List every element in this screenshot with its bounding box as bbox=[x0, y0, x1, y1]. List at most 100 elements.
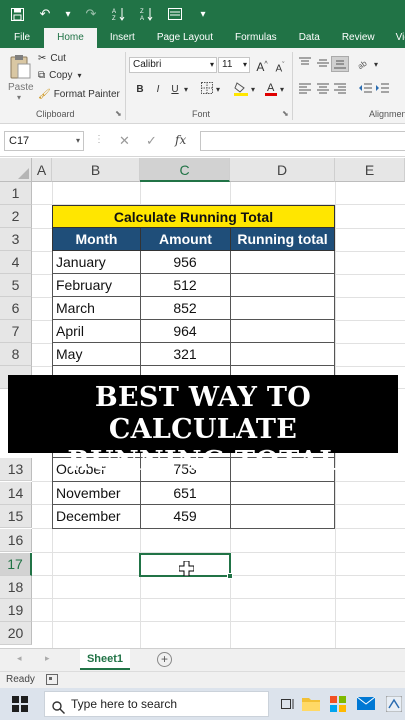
paste-button[interactable]: Paste bbox=[8, 82, 34, 93]
align-top-icon[interactable] bbox=[296, 57, 314, 73]
bold-button[interactable]: B bbox=[131, 82, 149, 98]
table-row-amount-cell[interactable]: 852 bbox=[140, 297, 231, 320]
table-row-amount-cell[interactable]: 964 bbox=[140, 320, 231, 343]
table-title-cell[interactable]: Calculate Running Total bbox=[52, 205, 335, 228]
copy-button[interactable]: ⧉ Copy ▾ bbox=[38, 70, 82, 81]
macro-record-icon[interactable] bbox=[46, 674, 58, 688]
sort-ascending-icon[interactable]: AZ bbox=[108, 3, 130, 25]
row-header[interactable]: 14 bbox=[0, 482, 32, 505]
row-header[interactable]: 20 bbox=[0, 622, 32, 645]
header-running-total-cell[interactable]: Running total bbox=[230, 228, 335, 251]
row-header[interactable]: 18 bbox=[0, 576, 32, 599]
taskbar-search-input[interactable]: Type here to search bbox=[44, 691, 269, 717]
header-amount-cell[interactable]: Amount bbox=[140, 228, 231, 251]
column-header-a[interactable]: A bbox=[32, 158, 52, 182]
font-launcher-icon[interactable]: ⬊ bbox=[282, 109, 289, 118]
tab-review[interactable]: Review bbox=[329, 28, 388, 48]
orientation-dropdown-icon[interactable]: ▾ bbox=[371, 57, 381, 73]
align-middle-icon[interactable] bbox=[314, 57, 332, 73]
font-color-dropdown-icon[interactable]: ▾ bbox=[277, 82, 287, 98]
fill-color-dropdown-icon[interactable]: ▾ bbox=[248, 82, 258, 98]
insert-function-icon[interactable]: fx bbox=[175, 133, 186, 147]
underline-dropdown-icon[interactable]: ▾ bbox=[181, 82, 191, 98]
row-header[interactable]: 1 bbox=[0, 182, 32, 205]
table-row-month-cell[interactable]: April bbox=[52, 320, 141, 343]
enter-icon[interactable]: ✓ bbox=[146, 133, 157, 149]
row-header[interactable]: 19 bbox=[0, 599, 32, 622]
scroll-left-icon[interactable]: ◂ bbox=[17, 653, 22, 664]
table-row-running-total-cell[interactable] bbox=[230, 320, 335, 343]
row-header[interactable]: 6 bbox=[0, 297, 32, 320]
store-icon[interactable] bbox=[330, 696, 346, 715]
increase-indent-icon[interactable] bbox=[373, 82, 391, 98]
header-month-cell[interactable]: Month bbox=[52, 228, 141, 251]
task-view-icon[interactable] bbox=[281, 697, 295, 714]
column-header-c[interactable]: C bbox=[140, 158, 230, 182]
new-sheet-button[interactable]: + bbox=[157, 652, 172, 667]
align-center-icon[interactable] bbox=[314, 82, 332, 98]
table-row-running-total-cell[interactable] bbox=[230, 251, 335, 274]
row-header[interactable]: 17 bbox=[0, 553, 32, 576]
tab-formulas[interactable]: Formulas bbox=[222, 28, 290, 48]
table-row-amount-cell[interactable]: 956 bbox=[140, 251, 231, 274]
column-header-e[interactable]: E bbox=[335, 158, 405, 182]
tab-home[interactable]: Home bbox=[44, 28, 97, 48]
tab-file[interactable]: File bbox=[0, 28, 44, 48]
sheet-tab-sheet1[interactable]: Sheet1 bbox=[80, 649, 130, 670]
decrease-indent-icon[interactable] bbox=[356, 82, 374, 98]
mail-icon[interactable] bbox=[356, 696, 376, 713]
row-header[interactable]: 4 bbox=[0, 251, 32, 274]
row-header[interactable]: 3 bbox=[0, 228, 32, 251]
paste-icon[interactable] bbox=[9, 54, 31, 83]
row-header[interactable]: 5 bbox=[0, 274, 32, 297]
table-row-month-cell[interactable]: November bbox=[52, 482, 141, 505]
table-row-month-cell[interactable]: March bbox=[52, 297, 141, 320]
paste-dropdown-icon[interactable]: ▾ bbox=[17, 93, 21, 102]
format-painter-button[interactable]: 🖌 Format Painter bbox=[38, 89, 120, 100]
table-row-amount-cell[interactable]: 321 bbox=[140, 343, 231, 366]
align-right-icon[interactable] bbox=[331, 82, 349, 98]
tab-insert[interactable]: Insert bbox=[97, 28, 148, 48]
table-row-month-cell[interactable]: January bbox=[52, 251, 141, 274]
font-name-select[interactable]: Calibri ▾ bbox=[129, 57, 217, 73]
row-header[interactable]: 8 bbox=[0, 343, 32, 366]
table-row-amount-cell[interactable]: 459 bbox=[140, 505, 231, 529]
row-header[interactable]: 2 bbox=[0, 205, 32, 228]
table-row-running-total-cell[interactable] bbox=[230, 482, 335, 505]
formula-input[interactable] bbox=[200, 131, 405, 151]
column-header-b[interactable]: B bbox=[52, 158, 140, 182]
name-box[interactable]: C17 ▾ bbox=[4, 131, 84, 151]
copy-dropdown-icon[interactable]: ▾ bbox=[78, 71, 82, 80]
file-explorer-icon[interactable] bbox=[302, 696, 320, 714]
table-row-running-total-cell[interactable] bbox=[230, 343, 335, 366]
sort-descending-icon[interactable]: ZA bbox=[136, 3, 158, 25]
app-icon[interactable] bbox=[385, 695, 403, 715]
tab-data[interactable]: Data bbox=[290, 28, 329, 48]
align-bottom-icon[interactable] bbox=[331, 56, 349, 72]
increase-font-size-button[interactable]: A^ bbox=[253, 57, 271, 74]
column-header-d[interactable]: D bbox=[230, 158, 335, 182]
table-row-amount-cell[interactable]: 651 bbox=[140, 482, 231, 505]
clipboard-launcher-icon[interactable]: ⬊ bbox=[115, 109, 122, 118]
table-row-running-total-cell[interactable] bbox=[230, 505, 335, 529]
windows-start-icon[interactable] bbox=[12, 696, 28, 715]
cut-button[interactable]: ✂ Cut bbox=[38, 53, 66, 64]
decrease-font-size-button[interactable]: Aˇ bbox=[271, 58, 289, 74]
form-icon[interactable] bbox=[164, 3, 186, 25]
font-size-select[interactable]: 11 ▾ bbox=[218, 57, 250, 73]
customize-toolbar-icon[interactable]: ▾ bbox=[192, 3, 214, 25]
undo-icon[interactable]: ↶ bbox=[34, 3, 56, 25]
align-left-icon[interactable] bbox=[296, 82, 314, 98]
table-row-running-total-cell[interactable] bbox=[230, 297, 335, 320]
row-header[interactable]: 16 bbox=[0, 529, 32, 552]
table-row-running-total-cell[interactable] bbox=[230, 274, 335, 297]
select-all-corner[interactable] bbox=[0, 158, 32, 182]
fill-handle[interactable] bbox=[227, 573, 233, 579]
cancel-icon[interactable]: ✕ bbox=[119, 133, 130, 149]
undo-dropdown-icon[interactable]: ▾ bbox=[62, 3, 74, 25]
row-header[interactable]: 7 bbox=[0, 320, 32, 343]
table-row-month-cell[interactable]: May bbox=[52, 343, 141, 366]
table-row-month-cell[interactable]: December bbox=[52, 505, 141, 529]
save-icon[interactable] bbox=[6, 3, 28, 25]
scroll-right-icon[interactable]: ▸ bbox=[45, 653, 50, 664]
